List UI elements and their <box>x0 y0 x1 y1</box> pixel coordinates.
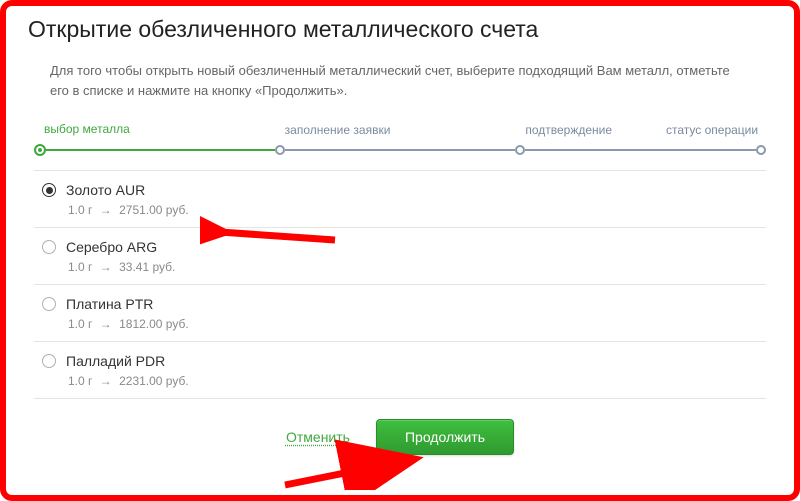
stepper: выбор металла заполнение заявки подтверж… <box>28 120 772 156</box>
step-status: статус операции <box>756 145 766 155</box>
step-dot-icon <box>756 145 766 155</box>
continue-button[interactable]: Продолжить <box>376 419 514 455</box>
radio-icon[interactable] <box>42 240 56 254</box>
step-label: выбор металла <box>44 122 130 136</box>
radio-icon[interactable] <box>42 297 56 311</box>
metal-name: Палладий PDR <box>66 353 165 369</box>
arrow-right-icon: → <box>100 203 112 217</box>
intro-text: Для того чтобы открыть новый обезличенны… <box>50 61 730 100</box>
metal-unit: 1.0 г <box>68 260 92 274</box>
metal-list: Золото AUR 1.0 г → 2751.00 руб. Серебро … <box>34 170 766 399</box>
metal-price-value: 33.41 руб. <box>119 260 175 274</box>
metal-unit: 1.0 г <box>68 374 92 388</box>
step-label: подтверждение <box>525 123 612 137</box>
metal-price: 1.0 г → 2751.00 руб. <box>68 203 758 217</box>
metal-row-silver[interactable]: Серебро ARG 1.0 г → 33.41 руб. <box>34 228 766 285</box>
step-dot-icon <box>34 144 46 156</box>
metal-price: 1.0 г → 33.41 руб. <box>68 260 758 274</box>
metal-row-platinum[interactable]: Платина PTR 1.0 г → 1812.00 руб. <box>34 285 766 342</box>
page-container: Открытие обезличенного металлического сч… <box>0 0 800 471</box>
arrow-right-icon: → <box>100 317 112 331</box>
step-confirm: подтверждение <box>515 145 756 155</box>
metal-unit: 1.0 г <box>68 317 92 331</box>
step-label: статус операции <box>666 123 758 137</box>
step-label: заполнение заявки <box>285 123 391 137</box>
metal-price-value: 2751.00 руб. <box>119 203 189 217</box>
cancel-link[interactable]: Отменить <box>286 429 350 445</box>
metal-price: 1.0 г → 2231.00 руб. <box>68 374 758 388</box>
radio-icon[interactable] <box>42 183 56 197</box>
step-dot-icon <box>275 145 285 155</box>
metal-price: 1.0 г → 1812.00 руб. <box>68 317 758 331</box>
actions-bar: Отменить Продолжить <box>28 419 772 455</box>
step-line <box>525 149 756 151</box>
metal-name: Платина PTR <box>66 296 153 312</box>
step-line <box>46 149 275 151</box>
metal-name: Серебро ARG <box>66 239 157 255</box>
metal-row-gold[interactable]: Золото AUR 1.0 г → 2751.00 руб. <box>34 170 766 228</box>
radio-icon[interactable] <box>42 354 56 368</box>
step-dot-icon <box>515 145 525 155</box>
page-title: Открытие обезличенного металлического сч… <box>28 16 772 43</box>
metal-price-value: 2231.00 руб. <box>119 374 189 388</box>
metal-unit: 1.0 г <box>68 203 92 217</box>
arrow-right-icon: → <box>100 374 112 388</box>
metal-row-palladium[interactable]: Палладий PDR 1.0 г → 2231.00 руб. <box>34 342 766 399</box>
metal-name: Золото AUR <box>66 182 145 198</box>
step-line <box>285 149 516 151</box>
step-fill-form: заполнение заявки <box>275 145 516 155</box>
arrow-right-icon: → <box>100 260 112 274</box>
metal-price-value: 1812.00 руб. <box>119 317 189 331</box>
step-choose-metal: выбор металла <box>34 144 275 156</box>
